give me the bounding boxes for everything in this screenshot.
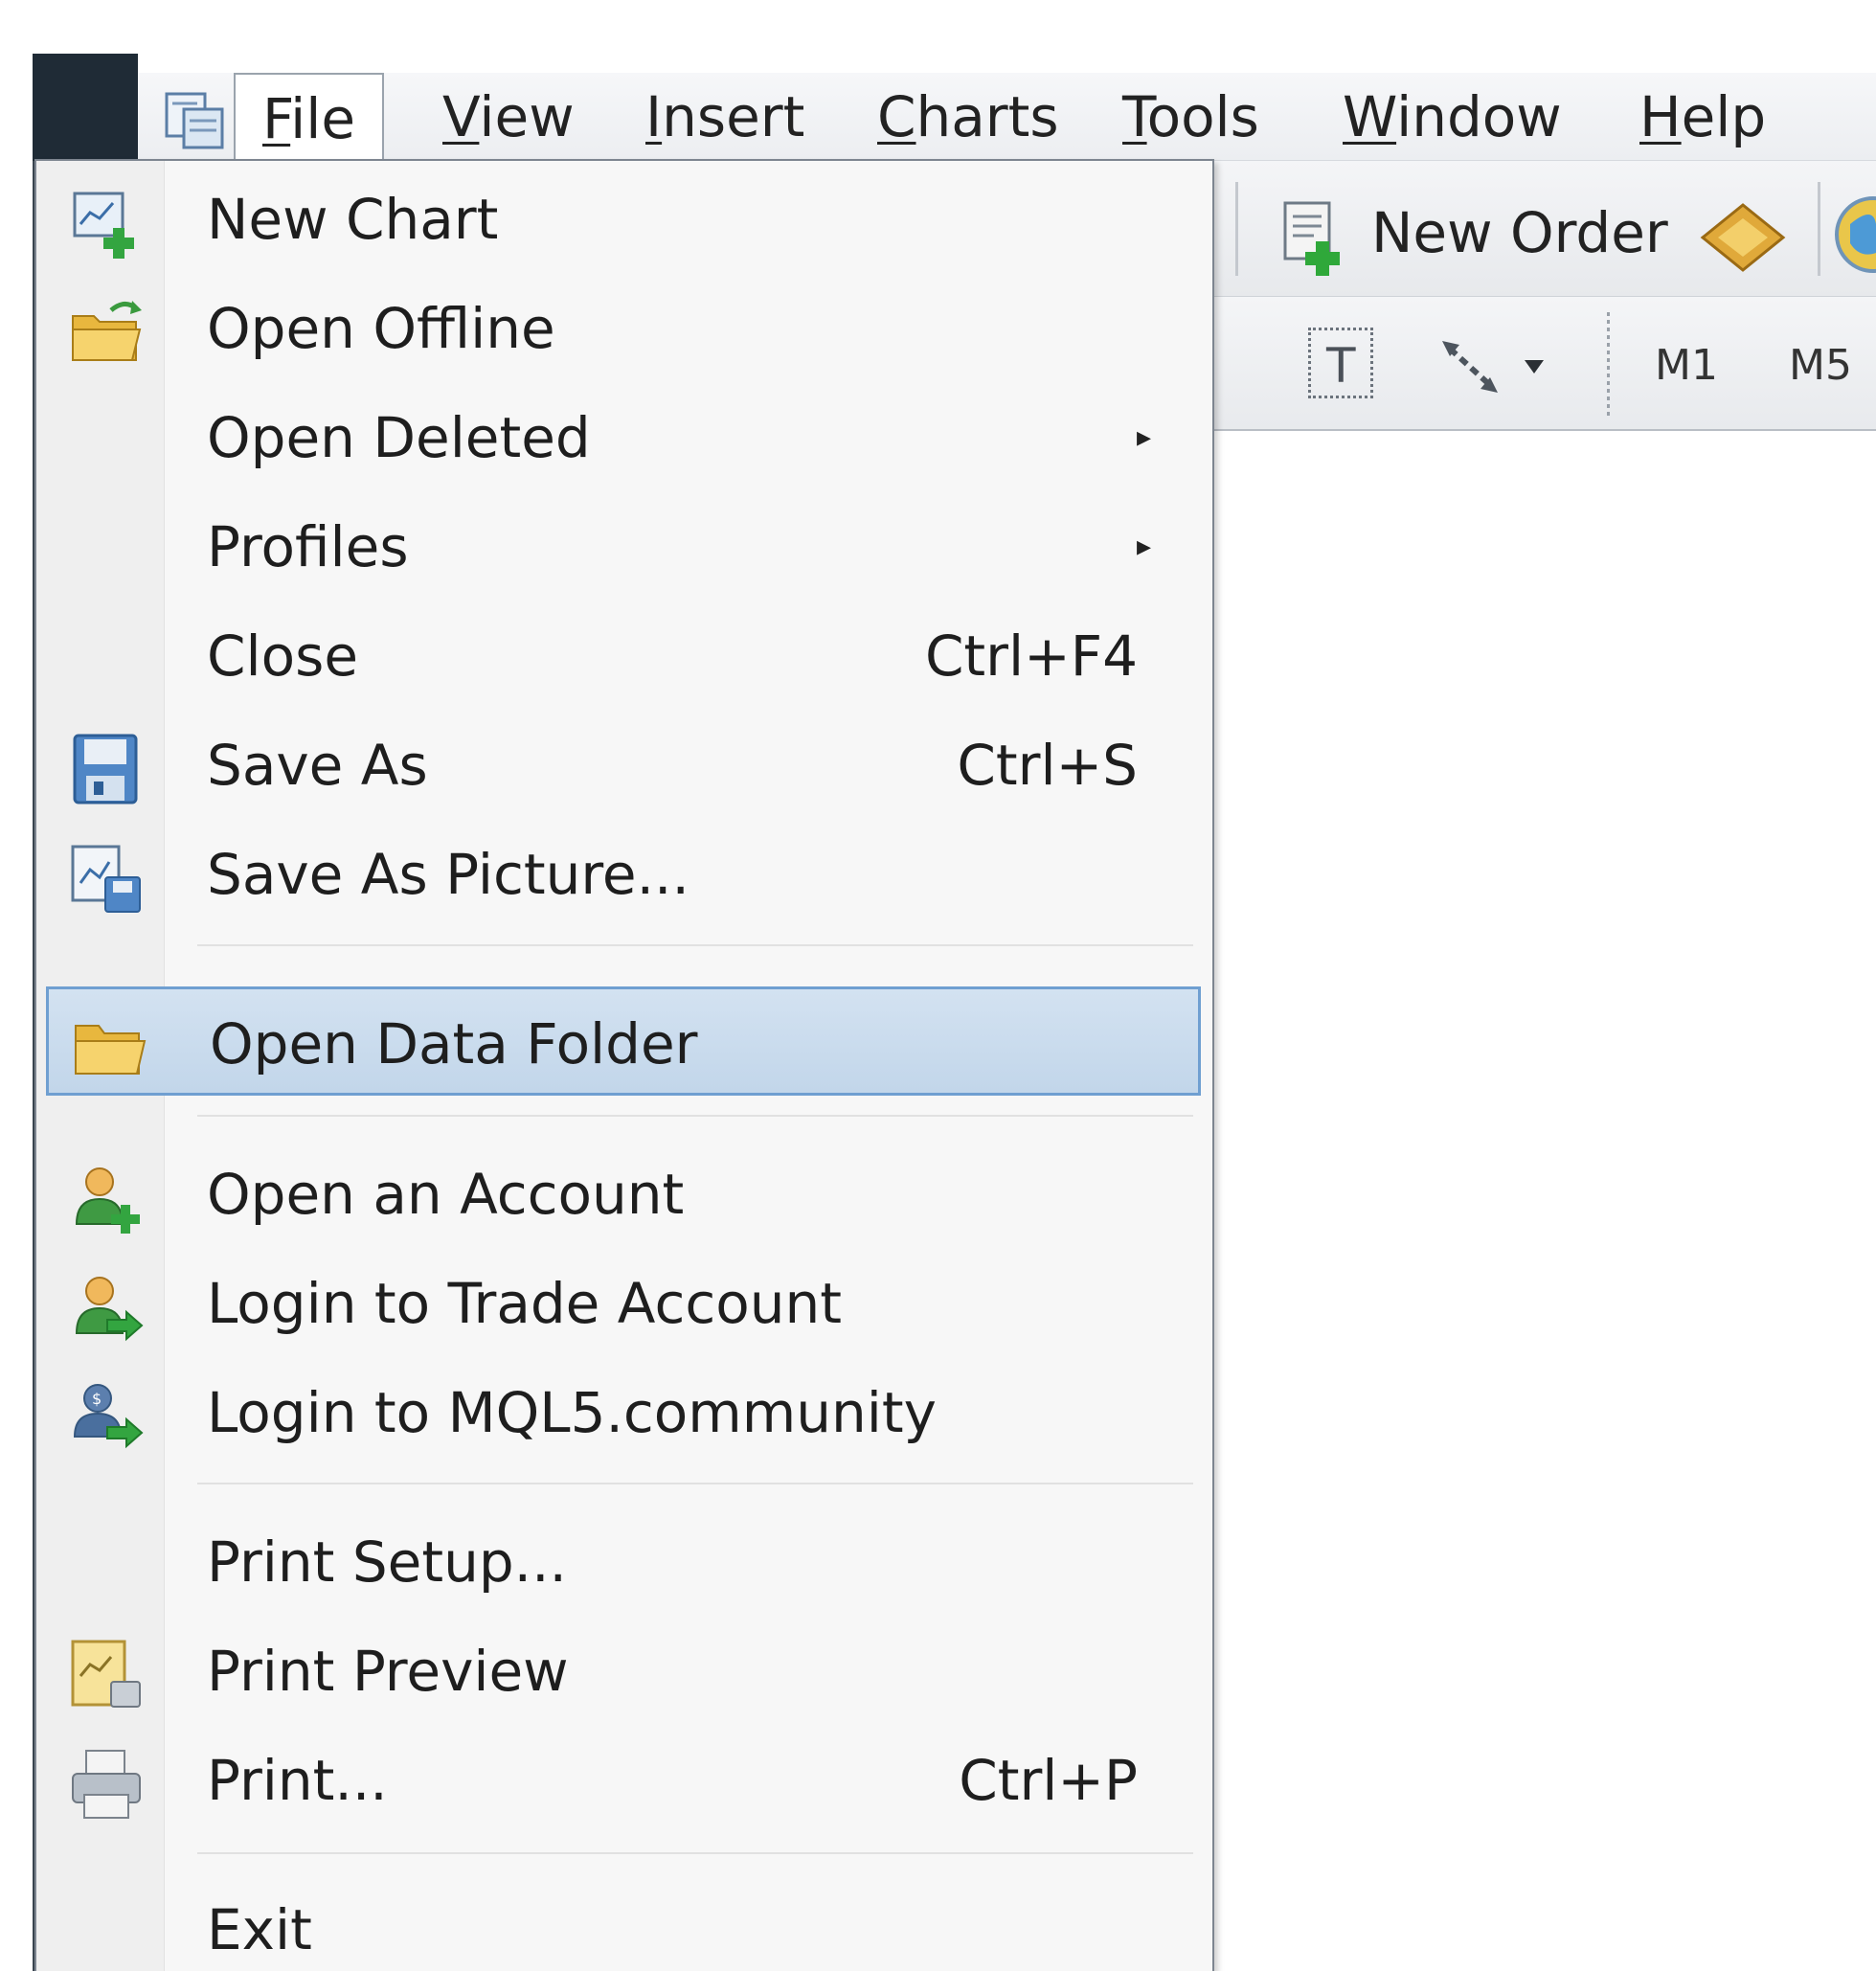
menu-window-label: indow <box>1396 84 1562 149</box>
expert-advisor-icon[interactable] <box>1697 199 1789 276</box>
menu-view-accel: V <box>442 84 480 149</box>
mt5-window: File View Insert Charts Tools Window Hel… <box>0 0 1876 1971</box>
menu-insert[interactable]: Insert <box>619 73 831 161</box>
toolbar-grip[interactable] <box>1607 312 1610 418</box>
submenu-arrow-icon: ▸ <box>1136 530 1151 563</box>
toolbar-separator <box>1818 182 1820 276</box>
toolbar-separator <box>1235 182 1238 276</box>
menu-item-open-deleted[interactable]: Open Deleted ▸ <box>46 383 1201 492</box>
save-picture-icon <box>71 845 141 913</box>
menu-item-label: Close <box>207 623 358 689</box>
menu-file-label: ile <box>290 86 356 151</box>
menu-separator <box>197 1852 1193 1854</box>
app-icon[interactable] <box>161 86 228 153</box>
menu-item-label: Exit <box>207 1897 312 1962</box>
menu-item-label: Login to MQL5.community <box>207 1380 937 1445</box>
menu-help-label: elp <box>1681 84 1767 149</box>
menu-item-open-offline[interactable]: Open Offline <box>46 274 1201 383</box>
menu-help-accel: H <box>1639 84 1682 149</box>
user-login-icon <box>75 1277 144 1342</box>
menu-item-shortcut: Ctrl+P <box>959 1748 1138 1813</box>
menu-item-shortcut: Ctrl+S <box>957 733 1138 798</box>
menu-item-print-setup[interactable]: Print Setup... <box>46 1507 1201 1617</box>
standard-toolbar: New Order <box>1214 161 1876 297</box>
new-order-label: New Order <box>1371 200 1668 265</box>
menu-item-print-preview[interactable]: Print Preview <box>46 1617 1201 1726</box>
menu-item-label: Print Preview <box>207 1639 569 1704</box>
menu-view-label: iew <box>479 84 575 149</box>
menu-item-login-trade-account[interactable]: Login to Trade Account <box>46 1249 1201 1358</box>
menu-item-label: Save As Picture... <box>207 842 689 907</box>
menu-charts-label: harts <box>915 84 1059 149</box>
menu-item-open-data-folder[interactable]: Open Data Folder <box>46 986 1201 1096</box>
menu-window-accel: W <box>1343 84 1397 149</box>
menu-item-exit[interactable]: Exit <box>46 1875 1201 1971</box>
menu-item-label: Open Offline <box>207 296 555 361</box>
menu-item-new-chart[interactable]: New Chart <box>46 165 1201 274</box>
arrows-tool-dropdown[interactable] <box>1436 331 1551 398</box>
menu-item-label: Open Data Folder <box>210 1011 698 1076</box>
menu-item-label: Print Setup... <box>207 1529 567 1595</box>
printer-icon <box>72 1750 141 1819</box>
menu-tools-label: ools <box>1146 84 1259 149</box>
menu-item-label: New Chart <box>207 187 499 252</box>
menu-insert-accel: I <box>645 84 663 149</box>
menu-separator <box>197 1115 1193 1117</box>
menu-item-open-account[interactable]: Open an Account <box>46 1140 1201 1249</box>
line-studies-toolbar: T M1 M5 <box>1214 297 1876 431</box>
file-menu-dropdown: New Chart Open Offline Open Deleted ▸ Pr… <box>34 159 1214 1971</box>
menu-bar: File View Insert Charts Tools Window Hel… <box>138 73 1876 163</box>
floppy-disk-icon <box>73 734 138 804</box>
text-tool-button[interactable]: T <box>1308 328 1373 398</box>
menu-charts-accel: C <box>877 84 916 149</box>
menu-tools[interactable]: Tools <box>1096 73 1286 161</box>
menu-item-label: Profiles <box>207 514 409 579</box>
timeframe-m5-button[interactable]: M5 <box>1789 345 1852 387</box>
user-add-icon <box>75 1167 140 1234</box>
menu-item-close[interactable]: Close Ctrl+F4 <box>46 601 1201 711</box>
menu-item-login-mql5[interactable]: $ Login to MQL5.community <box>46 1358 1201 1467</box>
menu-view[interactable]: View <box>416 73 601 161</box>
submenu-arrow-icon: ▸ <box>1136 420 1151 454</box>
menu-item-label: Save As <box>207 733 428 798</box>
menu-insert-label: nsert <box>662 84 805 149</box>
menu-item-label: Open Deleted <box>207 405 591 470</box>
mql5-login-icon: $ <box>73 1384 144 1449</box>
menu-item-label: Login to Trade Account <box>207 1271 842 1336</box>
timeframe-m1-button[interactable]: M1 <box>1655 345 1718 387</box>
menu-item-print[interactable]: Print... Ctrl+P <box>46 1726 1201 1835</box>
menu-charts[interactable]: Charts <box>850 73 1086 161</box>
menu-item-save-as-picture[interactable]: Save As Picture... <box>46 820 1201 929</box>
folder-icon <box>75 1025 147 1075</box>
new-order-icon <box>1283 201 1340 276</box>
menu-item-profiles[interactable]: Profiles ▸ <box>46 492 1201 601</box>
open-offline-folder-icon <box>72 301 142 361</box>
menu-item-label: Open an Account <box>207 1162 685 1227</box>
menu-help[interactable]: Help <box>1613 73 1793 161</box>
menu-file-accel: F <box>262 86 291 151</box>
menu-window[interactable]: Window <box>1316 73 1589 161</box>
window-frame-dark <box>33 54 138 161</box>
text-tool-label: T <box>1326 338 1356 394</box>
menu-separator <box>197 944 1193 946</box>
menu-separator <box>197 1483 1193 1484</box>
new-order-button[interactable]: New Order <box>1279 172 1668 285</box>
autotrading-icon[interactable] <box>1831 195 1876 274</box>
menu-file[interactable]: File <box>234 73 385 163</box>
menu-item-save-as[interactable]: Save As Ctrl+S <box>46 711 1201 820</box>
print-preview-icon <box>71 1640 141 1708</box>
new-chart-icon <box>73 192 134 259</box>
menu-item-label: Print... <box>207 1748 388 1813</box>
menu-tools-accel: T <box>1122 84 1147 149</box>
menu-item-shortcut: Ctrl+F4 <box>924 623 1138 689</box>
svg-text:$: $ <box>92 1390 102 1408</box>
